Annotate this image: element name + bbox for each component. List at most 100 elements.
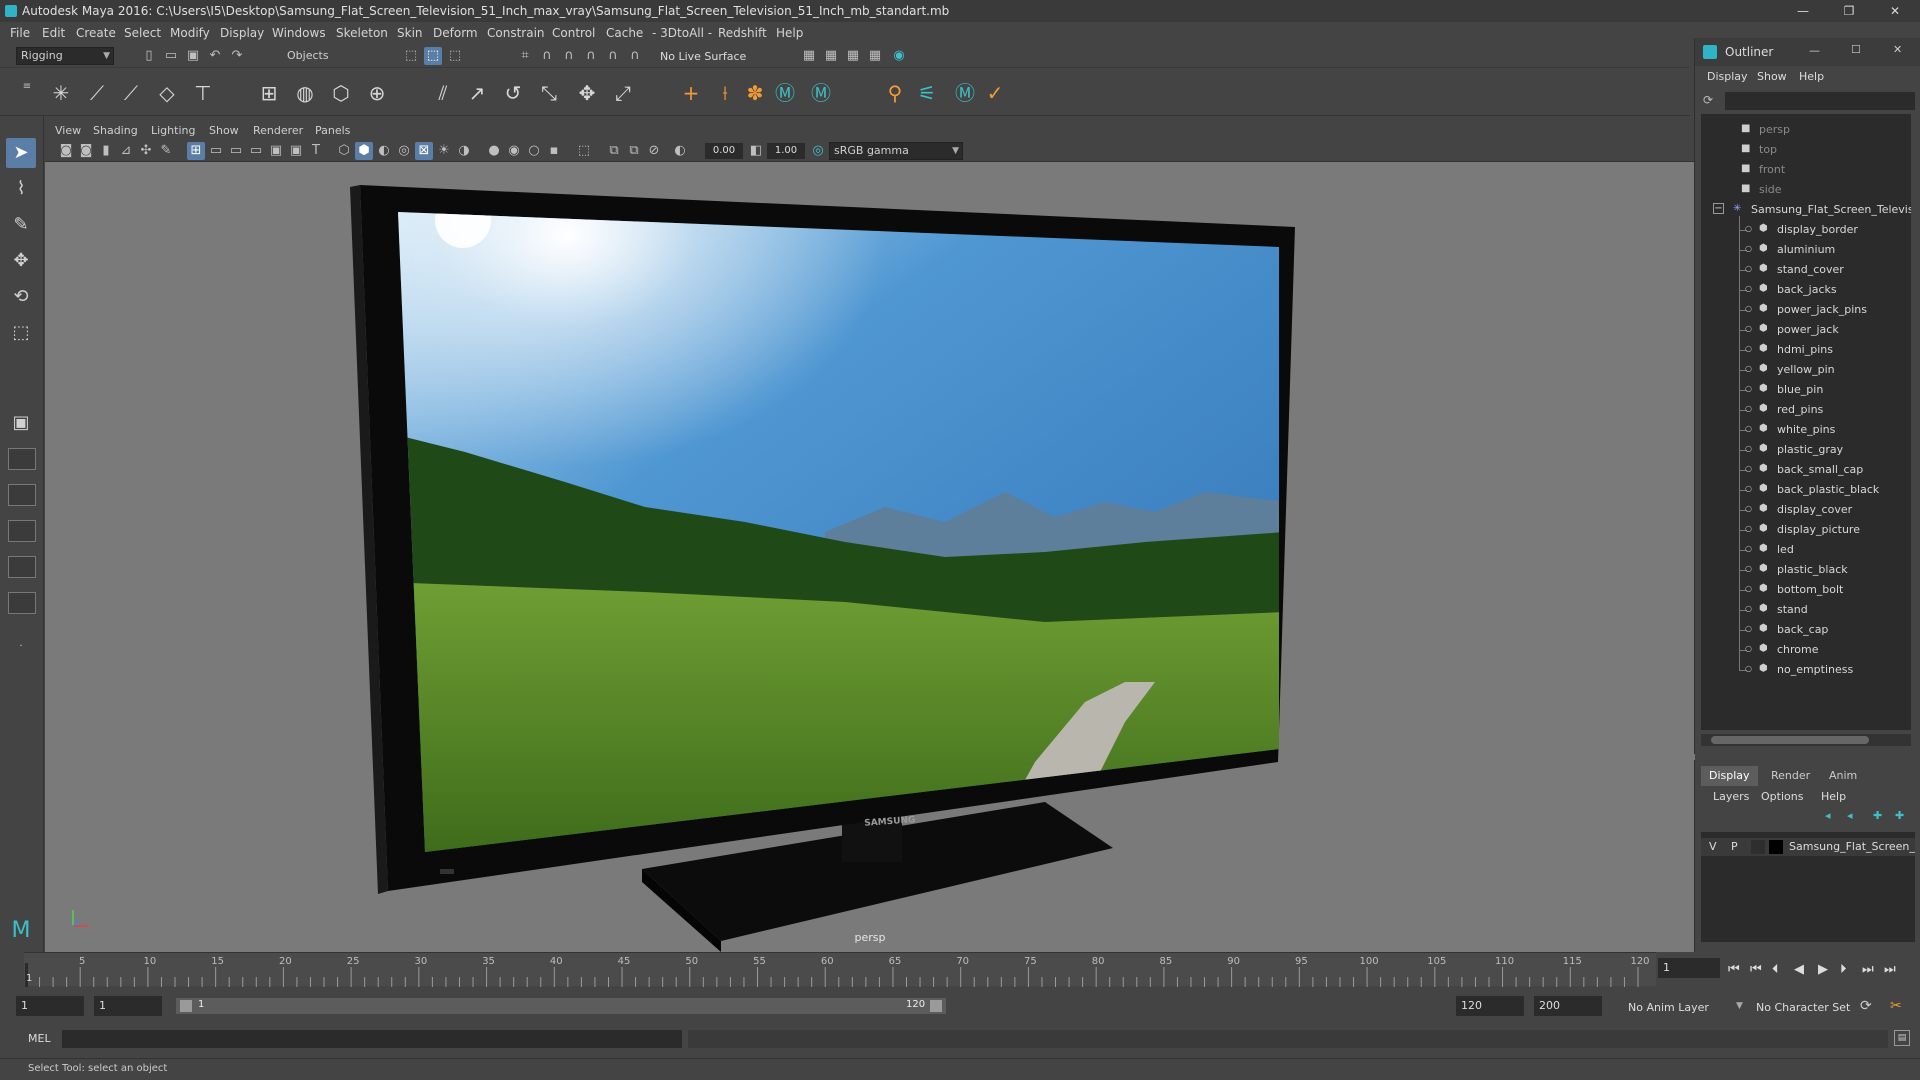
layer-playback-toggle[interactable]: P xyxy=(1731,840,1738,853)
save-scene-icon[interactable]: ▣ xyxy=(184,47,202,65)
gate-mask-icon[interactable]: ▭ xyxy=(247,142,265,160)
layer-move-down-icon[interactable]: ◂ xyxy=(1847,809,1853,822)
gamma-icon[interactable]: ◧ xyxy=(747,142,765,160)
redo-icon[interactable]: ↷ xyxy=(228,47,246,65)
isolate-select-icon[interactable]: ⬚ xyxy=(575,142,593,160)
outliner-item-back_jacks[interactable]: ○ ⬢ back_jacks xyxy=(1701,280,1911,300)
script-editor-icon[interactable]: ▤ xyxy=(1894,1030,1910,1046)
depth-of-field-icon[interactable]: ▪ xyxy=(545,142,563,160)
outliner-item-power_jack[interactable]: ○ ⬢ power_jack xyxy=(1701,320,1911,340)
outliner-item-power_jack_pins[interactable]: ○ ⬢ power_jack_pins xyxy=(1701,300,1911,320)
lights-icon[interactable]: ☀ xyxy=(435,142,453,160)
hypershade-layout-icon[interactable] xyxy=(8,592,36,614)
mirror-joint-icon[interactable]: ◇ xyxy=(152,78,182,108)
outliner-minimize-button[interactable]: — xyxy=(1809,44,1820,57)
character-set-dropdown[interactable]: No Character Set xyxy=(1756,1001,1850,1014)
locator-icon[interactable]: + xyxy=(676,78,706,108)
outliner-item-display_picture[interactable]: ○ ⬢ display_picture xyxy=(1701,520,1911,540)
four-view-layout-icon[interactable] xyxy=(8,448,36,470)
live-surface-label[interactable]: No Live Surface xyxy=(660,50,746,63)
menu-skin[interactable]: Skin xyxy=(397,26,423,40)
menu-modify[interactable]: Modify xyxy=(170,26,210,40)
grease-pencil-icon[interactable]: ✎ xyxy=(157,142,175,160)
layer-visibility-toggle[interactable]: V xyxy=(1709,840,1717,853)
single-perspective-layout-icon[interactable]: ▣ xyxy=(6,408,36,438)
layer-type-toggle[interactable] xyxy=(1751,840,1765,854)
vp-menu-show[interactable]: Show xyxy=(209,124,239,137)
layer-tab-display[interactable]: Display xyxy=(1701,766,1758,786)
lasso-tool-icon[interactable]: ⌇ xyxy=(6,174,36,204)
step-forward-frame-icon[interactable]: ⏵ xyxy=(1840,962,1847,977)
outliner-item-aluminium[interactable]: ○ ⬢ aluminium xyxy=(1701,240,1911,260)
command-input[interactable] xyxy=(62,1030,682,1048)
scale-tool-icon[interactable]: ⬚ xyxy=(6,318,36,348)
step-back-key-icon[interactable]: ⏮ xyxy=(1750,962,1762,977)
outliner-layout-icon[interactable] xyxy=(8,520,36,542)
motion-blur-icon[interactable]: ◉ xyxy=(505,142,523,160)
gamma-field[interactable]: 1.00 xyxy=(767,143,805,159)
mode-dropdown[interactable]: Rigging ▼ xyxy=(16,47,114,65)
outliner-item-plastic_gray[interactable]: ○ ⬢ plastic_gray xyxy=(1701,440,1911,460)
more-layouts-icon[interactable]: · xyxy=(6,632,36,662)
outliner-item-stand[interactable]: ○ ⬢ stand xyxy=(1701,600,1911,620)
menu-deform[interactable]: Deform xyxy=(433,26,478,40)
ik-spline-icon[interactable]: ⟋ xyxy=(116,78,146,108)
outliner-camera-persp[interactable]: ■ persp xyxy=(1701,120,1911,140)
shadows-icon[interactable]: ◑ xyxy=(455,142,473,160)
snap-live-icon[interactable]: ∩ xyxy=(626,47,644,65)
current-frame-field[interactable]: 1 xyxy=(1658,958,1720,978)
outliner-item-bottom_bolt[interactable]: ○ ⬢ bottom_bolt xyxy=(1701,580,1911,600)
orient-constraint-icon[interactable]: ↺ xyxy=(498,78,528,108)
new-scene-icon[interactable]: ▯ xyxy=(140,47,158,65)
menu-file[interactable]: File xyxy=(10,26,30,40)
outliner-h-scrollbar[interactable] xyxy=(1701,734,1911,746)
smooth-shade-icon[interactable]: ⬢ xyxy=(355,142,373,160)
xray-joints-icon[interactable]: ⧉ xyxy=(605,142,623,160)
film-gate-icon[interactable]: ▭ xyxy=(207,142,225,160)
2d-pan-icon[interactable]: ✣ xyxy=(137,142,155,160)
vp-menu-view[interactable]: View xyxy=(55,124,81,137)
outliner-search-input[interactable] xyxy=(1725,92,1915,110)
resolution-gate-icon[interactable]: ▭ xyxy=(227,142,245,160)
playback-end-field[interactable]: 120 xyxy=(1456,996,1524,1016)
outliner-item-no_emptiness[interactable]: ○ ⬢ no_emptiness xyxy=(1701,660,1911,680)
hik-icon[interactable]: ✽ xyxy=(740,78,770,108)
step-back-frame-icon[interactable]: ⏴ xyxy=(1772,962,1779,977)
ik-handle-icon[interactable]: ⟋ xyxy=(82,78,112,108)
outliner-camera-front[interactable]: ■ front xyxy=(1701,160,1911,180)
outliner-camera-top[interactable]: ■ top xyxy=(1701,140,1911,160)
image-plane-icon[interactable]: ⊿ xyxy=(117,142,135,160)
outliner-maximize-button[interactable]: ☐ xyxy=(1851,43,1861,56)
selection-mode-dropdown[interactable]: Objects xyxy=(282,47,374,65)
render-view-icon[interactable]: ▦ xyxy=(800,47,818,65)
rotate-tool-icon[interactable]: ⟲ xyxy=(6,282,36,312)
outliner-item-white_pins[interactable]: ○ ⬢ white_pins xyxy=(1701,420,1911,440)
render-settings-icon[interactable]: ▦ xyxy=(866,47,884,65)
layers-menu-options[interactable]: Options xyxy=(1761,790,1803,803)
exposure-field[interactable]: 0.00 xyxy=(705,143,743,159)
vp-menu-panels[interactable]: Panels xyxy=(315,124,350,137)
outliner-close-button[interactable]: ✕ xyxy=(1893,43,1902,56)
snap-grid-icon[interactable]: ⌗ xyxy=(516,47,534,65)
layer-row[interactable]: V P Samsung_Flat_Screen_ xyxy=(1701,838,1915,856)
outliner-item-display_border[interactable]: ○ ⬢ display_border xyxy=(1701,220,1911,240)
range-slider[interactable]: 1 120 xyxy=(176,998,946,1014)
close-button[interactable]: ✕ xyxy=(1872,0,1918,22)
safe-action-icon[interactable]: ▣ xyxy=(287,142,305,160)
menu-control[interactable]: Control xyxy=(552,26,595,40)
menu-select[interactable]: Select xyxy=(124,26,161,40)
two-view-layout-icon[interactable] xyxy=(8,484,36,506)
select-hierarchy-icon[interactable]: ⬚ xyxy=(402,47,420,65)
cluster-icon[interactable]: ⊕ xyxy=(362,78,392,108)
maya-script-3-icon[interactable]: Ⓜ xyxy=(950,78,980,108)
outliner-item-plastic_black[interactable]: ○ ⬢ plastic_black xyxy=(1701,560,1911,580)
outliner-item-chrome[interactable]: ○ ⬢ chrome xyxy=(1701,640,1911,660)
menu-windows[interactable]: Windows xyxy=(272,26,326,40)
outliner-root-group[interactable]: − ✳ Samsung_Flat_Screen_Televis xyxy=(1701,200,1911,220)
restore-button[interactable]: ❐ xyxy=(1826,0,1872,22)
xray-icon[interactable]: ◎ xyxy=(395,142,413,160)
joint-orange-icon[interactable]: ⟊ xyxy=(710,78,740,108)
outliner-item-back_cap[interactable]: ○ ⬢ back_cap xyxy=(1701,620,1911,640)
outliner-item-yellow_pin[interactable]: ○ ⬢ yellow_pin xyxy=(1701,360,1911,380)
snap-curve-icon[interactable]: ∩ xyxy=(538,47,556,65)
